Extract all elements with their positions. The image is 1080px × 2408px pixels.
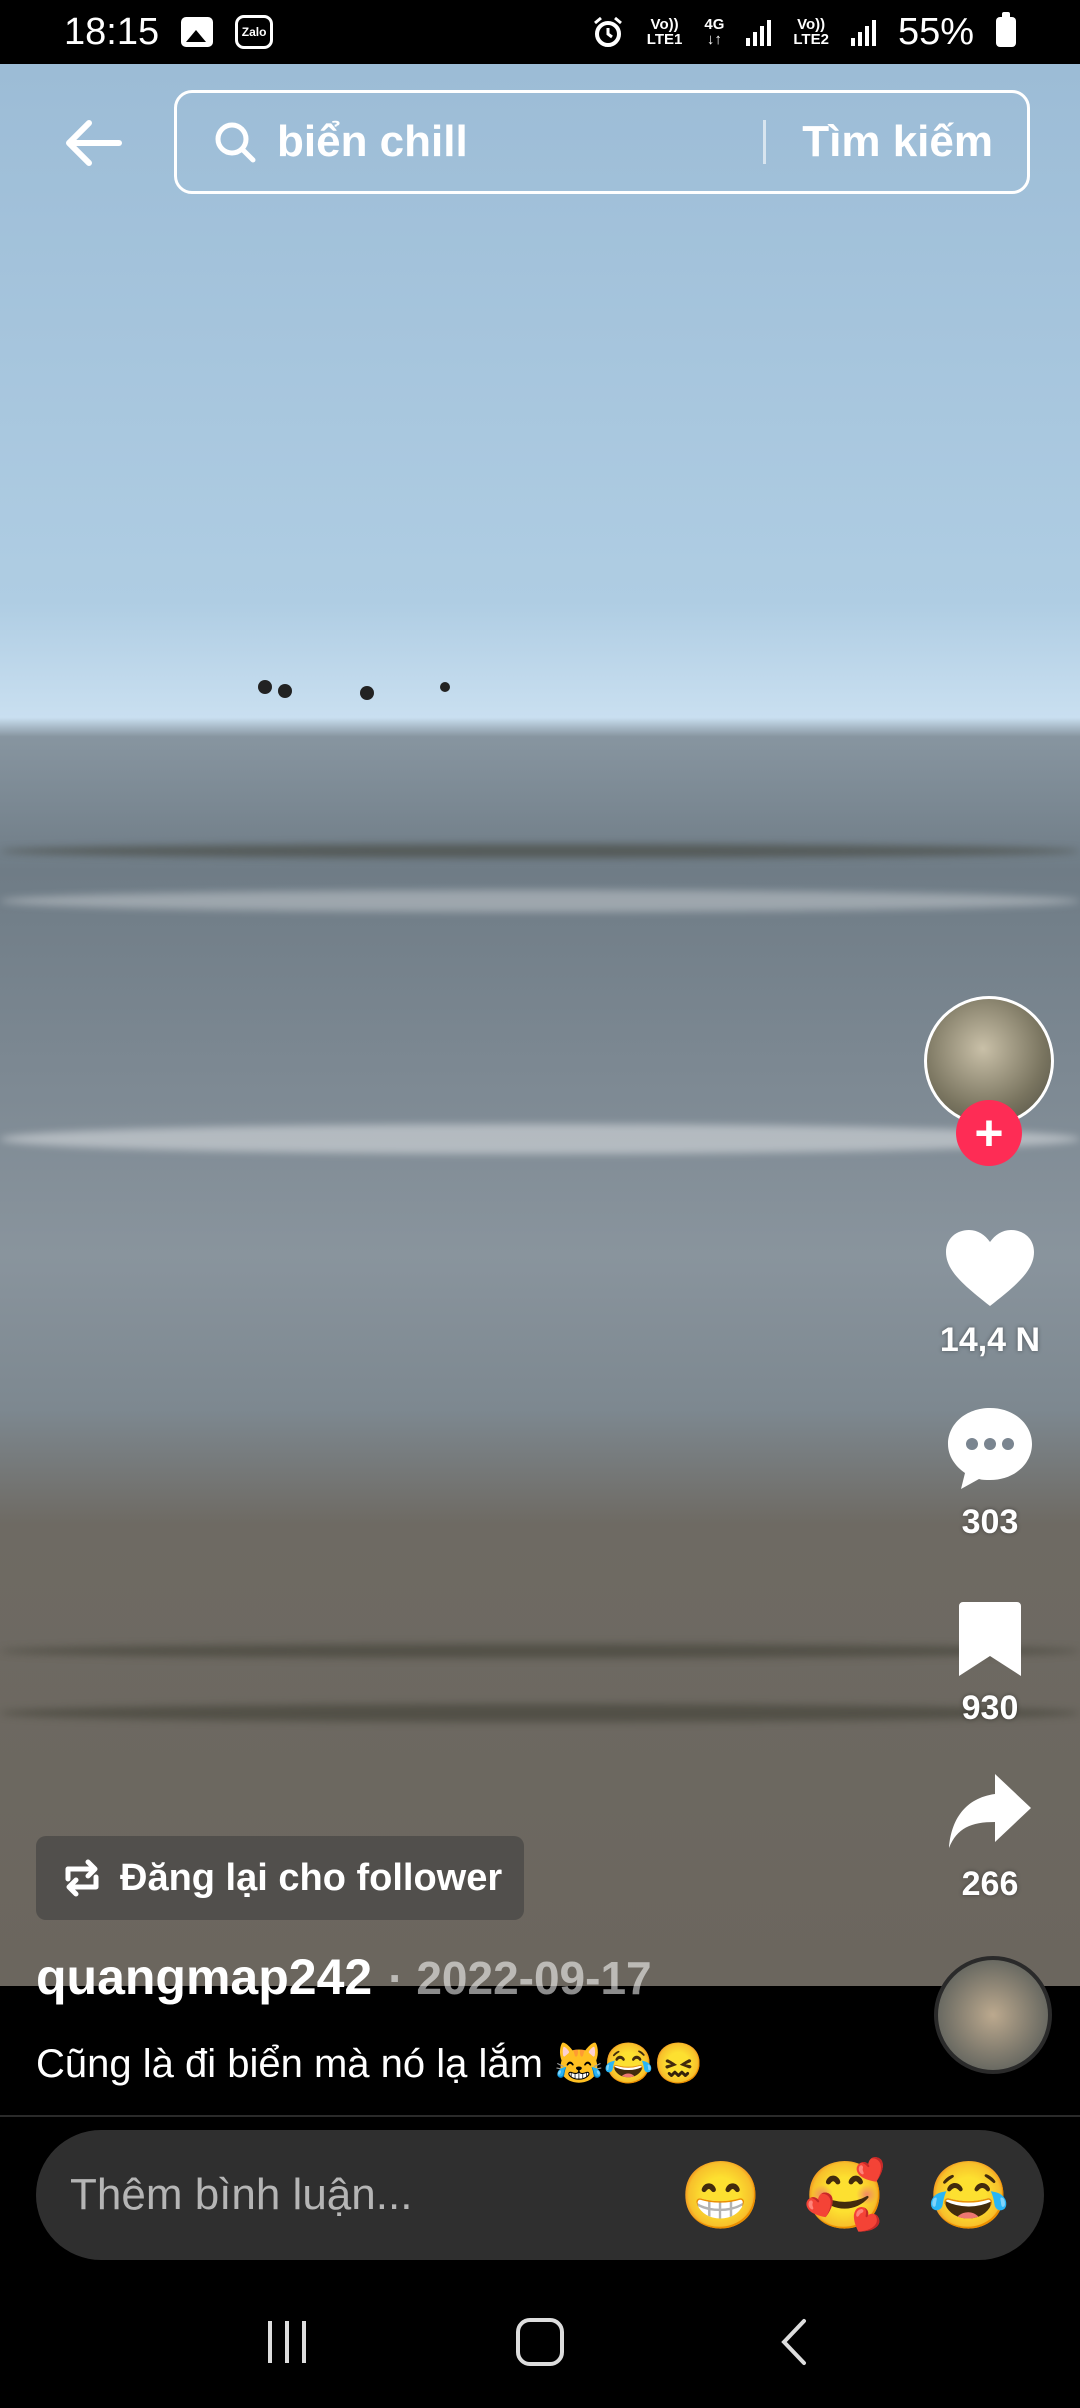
- recents-icon: [267, 2321, 306, 2363]
- status-bar: 18:15 Zalo Vo)) LTE1 4G ↓↑ Vo)) LTE2 55%: [0, 0, 1080, 64]
- comment-icon: [948, 1408, 1032, 1489]
- repost-button[interactable]: Đăng lại cho follower: [36, 1836, 525, 1920]
- back-button[interactable]: [58, 112, 128, 174]
- author-name[interactable]: quangmap242: [36, 1949, 372, 2005]
- author-line: quangmap242 · 2022-09-17: [36, 1948, 652, 2006]
- share-icon: [949, 1774, 1031, 1848]
- emoji-grin[interactable]: 😁: [679, 2162, 761, 2228]
- share-button[interactable]: 266: [920, 1770, 1060, 1904]
- comment-button[interactable]: 303: [920, 1404, 1060, 1542]
- network-lte1: Vo)) LTE1: [646, 16, 683, 48]
- status-time: 18:15: [64, 10, 160, 53]
- chevron-left-icon: [781, 2319, 807, 2365]
- system-nav-bar: [0, 2276, 1080, 2408]
- heart-icon: [946, 1230, 1034, 1306]
- search-icon: [215, 122, 256, 163]
- emoji-love[interactable]: 🥰: [804, 2162, 886, 2228]
- share-count: 266: [961, 1865, 1019, 1903]
- home-icon: [515, 2318, 564, 2366]
- recents-button[interactable]: [252, 2307, 322, 2377]
- battery-percent: 55%: [897, 10, 974, 53]
- follow-button[interactable]: +: [956, 1100, 1022, 1166]
- like-button[interactable]: 14,4 N: [920, 1226, 1060, 1360]
- emoji-laugh[interactable]: 😂: [928, 2162, 1010, 2228]
- save-button[interactable]: 930: [920, 1598, 1060, 1728]
- post-caption: Cũng là đi biển mà nó lạ lắm 😹😂😖: [36, 2042, 704, 2086]
- divider: [0, 2115, 1080, 2117]
- signal-icon-2: [850, 18, 876, 46]
- save-count: 930: [961, 1689, 1019, 1727]
- zalo-icon: Zalo: [235, 15, 274, 49]
- arrow-left-icon: [66, 120, 122, 166]
- back-nav-button[interactable]: [758, 2307, 828, 2377]
- home-button[interactable]: [505, 2307, 575, 2377]
- plus-icon: +: [974, 1105, 1004, 1161]
- network-lte2: Vo)) LTE2: [793, 16, 829, 48]
- repost-icon: [65, 1859, 99, 1897]
- network-4g: 4G ↓↑: [704, 16, 725, 48]
- search-button[interactable]: Tìm kiếm: [802, 117, 993, 167]
- post-date: · 2022-09-17: [388, 1952, 652, 2004]
- comment-input[interactable]: Thêm bình luận... 😁 🥰 😂: [36, 2130, 1044, 2260]
- video-player[interactable]: [0, 64, 1080, 1986]
- comment-count: 303: [961, 1503, 1019, 1541]
- bookmark-icon: [959, 1602, 1021, 1676]
- signal-icon: [746, 18, 772, 46]
- repost-label: Đăng lại cho follower: [120, 1856, 503, 1899]
- like-count: 14,4 N: [939, 1321, 1041, 1359]
- search-input[interactable]: biển chill Tìm kiếm: [174, 90, 1030, 194]
- search-divider: [763, 120, 767, 164]
- battery-icon: [996, 12, 1016, 47]
- alarm-icon: [591, 15, 625, 49]
- comment-placeholder: Thêm bình luận...: [70, 2170, 413, 2219]
- gallery-icon: [181, 17, 214, 47]
- music-disc[interactable]: [934, 1956, 1052, 2074]
- search-query: biển chill: [277, 117, 468, 166]
